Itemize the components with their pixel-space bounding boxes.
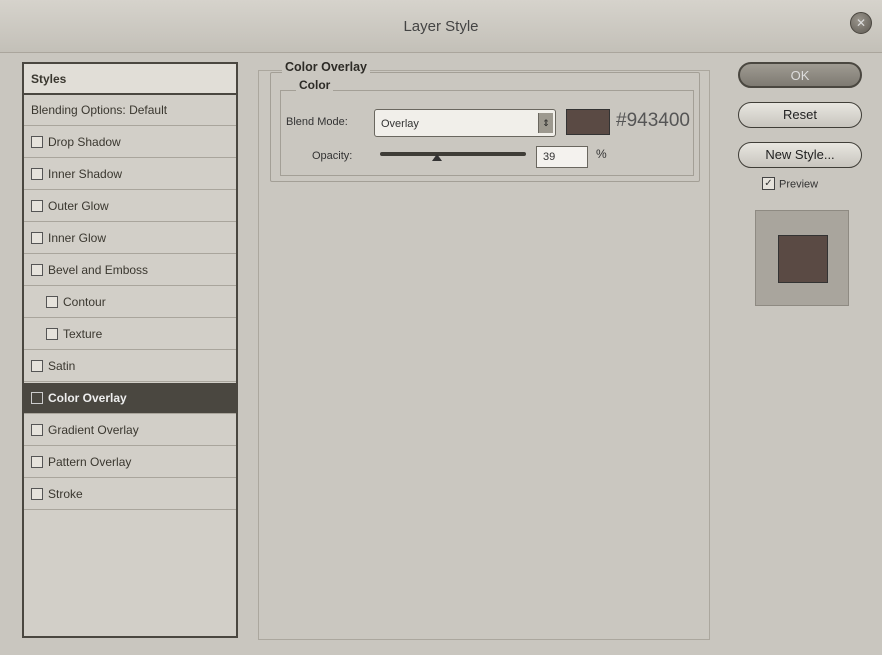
style-item-stroke[interactable]: Stroke [24,479,236,510]
style-item-label: Inner Glow [48,231,107,245]
preview-checkbox[interactable]: ✓ [762,177,775,190]
style-checkbox[interactable] [31,359,43,372]
style-preview-thumbnail [755,210,849,306]
style-checkbox[interactable] [31,263,43,276]
styles-panel: Styles Blending Options: Default Drop Sha… [22,62,238,638]
title-bar: Layer Style ✕ [0,0,882,53]
styles-header[interactable]: Styles [24,64,236,95]
color-hex-value: #943400 [616,110,690,131]
style-item-label: Contour [63,295,106,309]
style-checkbox[interactable] [31,455,43,468]
blend-mode-value: Overlay [381,118,419,130]
opacity-unit: % [596,147,607,161]
style-item-label: Satin [48,359,76,373]
style-item-label: Bevel and Emboss [48,263,149,277]
style-item-label: Pattern Overlay [48,455,132,469]
preview-label: Preview [779,178,819,191]
style-item-label: Inner Shadow [48,167,123,181]
style-item-pattern-overlay[interactable]: Pattern Overlay [24,447,236,478]
close-icon: ✕ [855,16,867,30]
style-item-drop-shadow[interactable]: Drop Shadow [24,127,236,158]
blend-mode-label: Blend Mode: [286,116,348,128]
style-checkbox[interactable] [31,423,43,436]
style-item-label: Blending Options: Default [31,103,168,117]
preview-checkbox-row[interactable]: ✓ Preview [762,177,819,191]
blend-mode-select[interactable]: Overlay ⇕ [374,109,556,137]
opacity-label: Opacity: [312,150,353,162]
style-item-satin[interactable]: Satin [24,351,236,382]
style-item-label: Drop Shadow [48,135,121,149]
window-title: Layer Style [403,18,479,35]
style-item-blending-options-default[interactable]: Blending Options: Default [24,95,236,126]
style-checkbox[interactable] [31,231,43,244]
style-item-label: Texture [63,327,103,341]
style-checkbox[interactable] [46,295,58,308]
reset-button[interactable]: Reset [738,102,862,128]
close-button[interactable]: ✕ [850,12,872,34]
preview-swatch [778,235,828,283]
opacity-input[interactable]: 39 [536,146,588,168]
section-title: Color Overlay [282,60,370,74]
style-item-color-overlay[interactable]: Color Overlay [24,383,236,414]
color-swatch[interactable] [566,109,610,135]
style-item-texture[interactable]: Texture [24,319,236,350]
style-item-label: Gradient Overlay [48,423,139,437]
style-item-inner-shadow[interactable]: Inner Shadow [24,159,236,190]
style-checkbox[interactable] [31,391,43,404]
style-item-inner-glow[interactable]: Inner Glow [24,223,236,254]
style-checkbox[interactable] [31,199,43,212]
style-item-label: Color Overlay [48,391,127,405]
style-checkbox[interactable] [46,327,58,340]
style-item-label: Stroke [48,487,83,501]
style-checkbox[interactable] [31,487,43,500]
group-title: Color [296,78,334,92]
style-item-gradient-overlay[interactable]: Gradient Overlay [24,415,236,446]
style-checkbox[interactable] [31,135,43,148]
style-item-contour[interactable]: Contour [24,287,236,318]
ok-button[interactable]: OK [738,62,862,88]
new-style-button[interactable]: New Style... [738,142,862,168]
style-item-label: Outer Glow [48,199,109,213]
style-item-bevel-and-emboss[interactable]: Bevel and Emboss [24,255,236,286]
opacity-slider-thumb[interactable] [431,154,442,161]
opacity-slider[interactable] [380,152,526,156]
chevron-down-icon[interactable]: ⇕ [538,113,553,133]
style-item-outer-glow[interactable]: Outer Glow [24,191,236,222]
style-checkbox[interactable] [31,167,43,180]
